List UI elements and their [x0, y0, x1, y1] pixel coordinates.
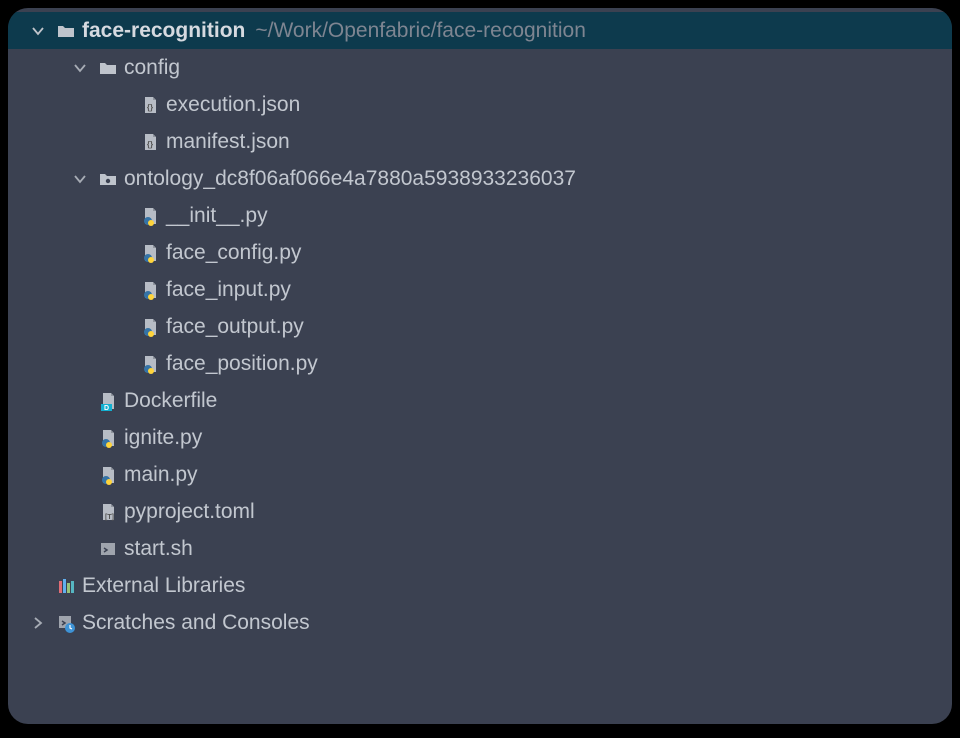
svg-text:{}: {} — [147, 103, 153, 112]
tree-row-ontology[interactable]: ontology_dc8f06af066e4a7880a593893323603… — [8, 160, 952, 197]
root-path: ~/Work/Openfabric/face-recognition — [255, 19, 586, 43]
file-label: execution.json — [166, 93, 300, 117]
tree-row-file[interactable]: start.sh — [8, 530, 952, 567]
package-folder-icon — [98, 169, 124, 189]
file-label: main.py — [124, 463, 198, 487]
tree-row-external-libs[interactable]: External Libraries — [8, 567, 952, 604]
chevron-down-icon[interactable] — [72, 60, 98, 76]
file-label: manifest.json — [166, 130, 290, 154]
file-label: pyproject.toml — [124, 500, 255, 524]
file-label: face_input.py — [166, 278, 291, 302]
tree-row-file[interactable]: main.py — [8, 456, 952, 493]
tree-row-file[interactable]: D Dockerfile — [8, 382, 952, 419]
scratches-label: Scratches and Consoles — [82, 611, 310, 635]
root-name: face-recognition — [82, 19, 245, 43]
chevron-right-icon[interactable] — [30, 615, 56, 631]
tree-row-file[interactable]: ignite.py — [8, 419, 952, 456]
tree-row-file[interactable]: face_config.py — [8, 234, 952, 271]
python-file-icon — [140, 243, 166, 263]
tree-row-file[interactable]: face_output.py — [8, 308, 952, 345]
python-file-icon — [140, 354, 166, 374]
external-libs-label: External Libraries — [82, 574, 245, 598]
external-libs-icon — [56, 576, 82, 596]
python-file-icon — [98, 428, 124, 448]
tree-row-file[interactable]: {} execution.json — [8, 86, 952, 123]
json-file-icon: {} — [140, 132, 166, 152]
folder-icon — [56, 21, 82, 41]
dockerfile-icon: D — [98, 391, 124, 411]
python-file-icon — [98, 465, 124, 485]
file-label: start.sh — [124, 537, 193, 561]
python-file-icon — [140, 317, 166, 337]
svg-text:{}: {} — [147, 140, 153, 149]
file-label: face_config.py — [166, 241, 301, 265]
tree-row-config[interactable]: config — [8, 49, 952, 86]
tree-row-file[interactable]: [T] pyproject.toml — [8, 493, 952, 530]
folder-icon — [98, 58, 124, 78]
file-label: face_position.py — [166, 352, 318, 376]
chevron-down-icon[interactable] — [72, 171, 98, 187]
file-label: ignite.py — [124, 426, 202, 450]
tree-row-scratches[interactable]: Scratches and Consoles — [8, 604, 952, 641]
tree-row-file[interactable]: {} manifest.json — [8, 123, 952, 160]
file-label: face_output.py — [166, 315, 304, 339]
project-tree-panel: face-recognition ~/Work/Openfabric/face-… — [8, 8, 952, 724]
folder-label: config — [124, 56, 180, 80]
chevron-down-icon[interactable] — [30, 23, 56, 39]
file-label: Dockerfile — [124, 389, 217, 413]
tree-row-root[interactable]: face-recognition ~/Work/Openfabric/face-… — [8, 12, 952, 49]
folder-label: ontology_dc8f06af066e4a7880a593893323603… — [124, 167, 576, 191]
tree-row-file[interactable]: face_input.py — [8, 271, 952, 308]
scratches-icon — [56, 613, 82, 633]
shell-file-icon — [98, 539, 124, 559]
tree-row-file[interactable]: __init__.py — [8, 197, 952, 234]
tree-row-file[interactable]: face_position.py — [8, 345, 952, 382]
file-label: __init__.py — [166, 204, 268, 228]
svg-text:D: D — [104, 405, 109, 411]
python-file-icon — [140, 280, 166, 300]
toml-file-icon: [T] — [98, 502, 124, 522]
python-file-icon — [140, 206, 166, 226]
json-file-icon: {} — [140, 95, 166, 115]
svg-text:[T]: [T] — [105, 514, 114, 521]
